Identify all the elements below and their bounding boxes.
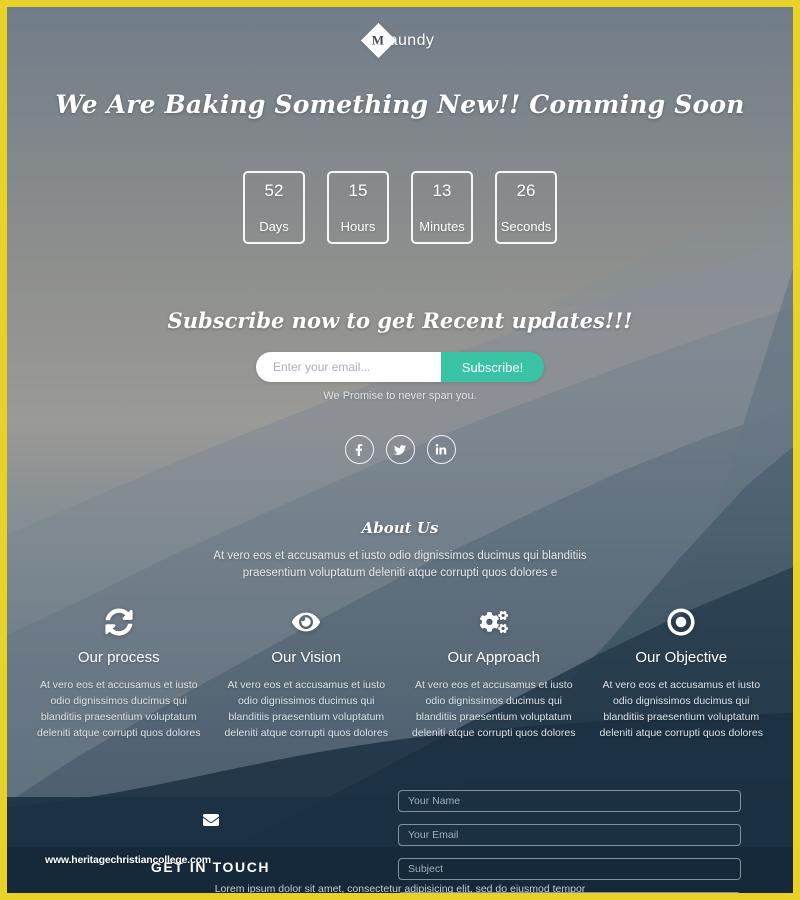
feature-title: Our Vision: [271, 649, 342, 667]
feature-our-process: Our process At vero eos et accusamus et …: [25, 607, 213, 741]
bullseye-icon: [594, 607, 770, 637]
feature-our-objective: Our Objective At vero eos et accusamus e…: [588, 607, 776, 741]
twitter-icon[interactable]: [385, 435, 415, 464]
subscribe-note: We Promise to never span you.: [323, 390, 477, 402]
feature-text: At vero eos et accusamus et iusto odio d…: [37, 679, 201, 739]
feature-text: At vero eos et accusamus et iusto odio d…: [224, 679, 388, 739]
features-row: Our process At vero eos et accusamus et …: [7, 607, 793, 741]
envelope-icon: [23, 812, 398, 833]
feature-our-vision: Our Vision At vero eos et accusamus et i…: [213, 607, 401, 741]
subscribe-form: Subscribe!: [256, 352, 544, 382]
countdown-hours: 15 Hours: [327, 171, 389, 244]
feature-title: Our Approach: [447, 649, 541, 667]
site-logo[interactable]: M aundy: [7, 22, 793, 59]
diamond-logo-icon: M: [360, 22, 396, 59]
subject-field[interactable]: [398, 858, 741, 880]
about-text: At vero eos et accusamus et iusto odio d…: [213, 550, 587, 579]
countdown-hours-value: 15: [348, 181, 368, 200]
hero-section: M aundy We Are Baking Something New!! Co…: [7, 22, 793, 741]
countdown-days-label: Days: [259, 219, 289, 234]
feature-title: Our Objective: [635, 649, 728, 667]
footer-lorem-text: Lorem ipsum dolor sit amet, consectetur …: [214, 883, 586, 893]
about-title: About Us: [361, 519, 439, 537]
countdown-minutes-label: Minutes: [419, 219, 465, 234]
subscribe-title: Subscribe now to get Recent updates!!!: [167, 308, 633, 333]
facebook-icon[interactable]: [344, 435, 374, 464]
page-root: M aundy We Are Baking Something New!! Co…: [7, 7, 793, 893]
contact-section: GET IN TOUCH: [7, 752, 793, 893]
countdown-seconds-value: 26: [516, 181, 536, 200]
eye-icon: [219, 607, 395, 637]
countdown-seconds-label: Seconds: [500, 219, 552, 234]
countdown-hours-label: Hours: [340, 219, 376, 234]
page-frame: M aundy We Are Baking Something New!! Co…: [0, 0, 800, 900]
feature-text: At vero eos et accusamus et iusto odio d…: [412, 679, 576, 739]
linkedin-icon[interactable]: [426, 435, 456, 464]
countdown-seconds: 26 Seconds: [495, 171, 557, 244]
countdown-days-value: 52: [264, 181, 284, 200]
your-email-field[interactable]: [398, 824, 741, 846]
refresh-sync-icon: [31, 607, 207, 637]
logo-letter: M: [372, 32, 385, 48]
your-name-field[interactable]: [398, 790, 741, 812]
feature-text: At vero eos et accusamus et iusto odio d…: [599, 679, 763, 739]
contact-left: GET IN TOUCH: [23, 774, 398, 893]
social-links: [7, 435, 793, 464]
email-input[interactable]: [256, 352, 441, 382]
subscribe-button[interactable]: Subscribe!: [441, 352, 544, 382]
feature-our-approach: Our Approach At vero eos et accusamus et…: [400, 607, 588, 741]
countdown-minutes-value: 13: [432, 181, 452, 200]
cogs-icon: [406, 607, 582, 637]
countdown-timer: 52 Days 15 Hours 13 Minutes 26 Seconds: [7, 171, 793, 244]
countdown-minutes: 13 Minutes: [411, 171, 473, 244]
countdown-days: 52 Days: [243, 171, 305, 244]
feature-title: Our process: [77, 649, 160, 667]
hero-title: We Are Baking Something New!! Comming So…: [55, 90, 745, 119]
contact-form: [398, 774, 741, 893]
watermark: www.heritagechristiancollege.com: [45, 854, 211, 866]
